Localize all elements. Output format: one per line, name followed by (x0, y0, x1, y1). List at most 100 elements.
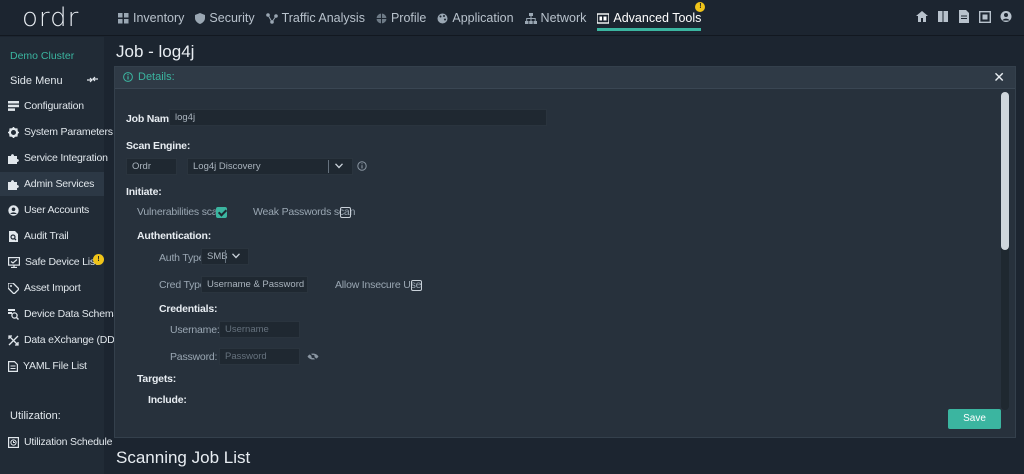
collapse-arrows-icon[interactable] (87, 75, 98, 84)
puzzle-icon (8, 153, 19, 164)
configuration-icon (8, 101, 19, 111)
sidebar-item-utilization-schedule[interactable]: Utilization Schedule (0, 430, 112, 454)
monitor-check-icon (8, 256, 20, 268)
tools-icon (597, 12, 610, 24)
nav-network-label: Network (540, 11, 587, 25)
password-label: Password: (170, 351, 218, 363)
job-details-panel: Details: ✕ Job Name: log4j Scan Engine: … (114, 66, 1016, 438)
sidebar-item-label: Safe Device List (25, 256, 98, 268)
puzzle-icon (8, 179, 19, 190)
book-icon[interactable] (937, 10, 949, 23)
nav-network[interactable]: Network (524, 0, 587, 36)
cred-type-select[interactable]: Username & Password (201, 276, 308, 293)
gear-icon (8, 126, 19, 138)
include-label: Include: (148, 394, 187, 406)
allow-insecure-checkbox[interactable] (411, 280, 422, 291)
chevron-down-icon[interactable] (232, 253, 240, 259)
sidebar-item-asset-import[interactable]: Asset Import (0, 276, 104, 300)
sidebar-item-label: YAML File List (23, 360, 87, 372)
nav-profile-label: Profile (390, 11, 427, 25)
side-menu-header[interactable]: Side Menu (10, 75, 98, 87)
scan-engine-value: Log4j Discovery (193, 161, 261, 172)
nav-advanced-tools[interactable]: Advanced Tools ! (597, 0, 706, 36)
details-header: Details: (123, 71, 175, 83)
chevron-down-icon[interactable] (335, 163, 343, 169)
info-icon[interactable] (357, 161, 367, 171)
select-separator (225, 250, 226, 263)
sidebar-item-system-parameters[interactable]: System Parameters (0, 120, 113, 144)
user-icon[interactable] (1000, 10, 1012, 23)
sidebar-item-admin-services[interactable]: Admin Services (0, 172, 104, 196)
nav-security-label: Security (209, 11, 255, 25)
exchange-icon (8, 334, 19, 346)
globe-icon (376, 13, 387, 23)
top-nav-bar: ordr Inventory Security Traffic Analysis… (0, 0, 1024, 36)
page-title: Job - log4j (116, 42, 195, 61)
nav-inventory-label: Inventory (133, 11, 185, 25)
sidebar-item-device-data-schema[interactable]: Device Data Schema (0, 302, 119, 326)
panel-header: Details: (115, 67, 1015, 89)
nav-profile[interactable]: Profile (376, 0, 426, 36)
user-circle-icon (8, 204, 19, 216)
nav-application[interactable]: Application (437, 0, 514, 36)
scanning-job-list-title: Scanning Job List (116, 448, 251, 467)
sidebar-item-label: Admin Services (24, 178, 95, 190)
nav-application-label: Application (452, 11, 514, 25)
username-input[interactable]: Username (219, 321, 300, 338)
sidebar-item-label: Data eXchange (DDX) (24, 334, 125, 346)
sidebar: Demo Cluster Side Menu Configuration Sys… (0, 37, 125, 474)
sidebar-item-configuration[interactable]: Configuration (0, 94, 104, 118)
utilization-label: Utilization: (10, 410, 61, 422)
authentication-label: Authentication: (137, 230, 211, 242)
vulnerabilities-scan-checkbox[interactable] (216, 207, 227, 218)
schema-search-icon (8, 308, 19, 320)
scrollbar-thumb[interactable] (1001, 92, 1009, 250)
username-label: Username: (170, 324, 220, 336)
home-icon[interactable] (916, 10, 928, 23)
ordr-logo[interactable]: ordr (22, 3, 79, 33)
sidebar-item-label: System Parameters (24, 126, 113, 138)
cluster-name[interactable]: Demo Cluster (10, 50, 74, 62)
details-label: Details: (138, 71, 175, 83)
schedule-icon (8, 436, 19, 448)
sitemap-icon (524, 12, 537, 24)
audit-icon (9, 230, 18, 242)
window-icon[interactable] (978, 10, 992, 24)
sidebar-item-label: Configuration (24, 100, 84, 112)
auth-type-label: Auth Type: (159, 252, 208, 264)
password-input[interactable]: Password (219, 348, 300, 365)
select-separator (328, 160, 329, 173)
sidebar-item-label: User Accounts (24, 204, 90, 216)
nav-traffic-analysis[interactable]: Traffic Analysis (265, 0, 365, 36)
main-nav: Inventory Security Traffic Analysis Prof… (118, 0, 712, 36)
palette-icon (437, 13, 448, 23)
sidebar-item-yaml-file-list[interactable]: YAML File List (0, 354, 104, 378)
sidebar-item-label: Asset Import (24, 282, 81, 294)
nav-security[interactable]: Security (195, 0, 255, 36)
sidebar-item-audit-trail[interactable]: Audit Trail (0, 224, 104, 248)
save-button[interactable]: Save (948, 409, 1001, 429)
nav-traffic-analysis-label: Traffic Analysis (281, 11, 365, 25)
weak-passwords-scan-checkbox[interactable] (340, 207, 351, 218)
grid-icon (118, 12, 129, 23)
notification-badge: ! (93, 254, 104, 265)
shield-icon (195, 12, 206, 24)
sidebar-item-service-integration[interactable]: Service Integration (0, 146, 108, 170)
eye-slash-icon[interactable] (307, 352, 319, 361)
sidebar-item-user-accounts[interactable]: User Accounts (0, 198, 104, 222)
panel-scrollbar[interactable] (1001, 92, 1009, 410)
sidebar-item-data-exchange[interactable]: Data eXchange (DDX) (0, 328, 125, 352)
document-icon[interactable] (958, 10, 970, 23)
credentials-label: Credentials: (159, 303, 218, 315)
nav-inventory[interactable]: Inventory (118, 0, 184, 36)
sidebar-item-label: Audit Trail (24, 230, 69, 242)
notification-badge: ! (695, 2, 706, 12)
job-name-input[interactable]: log4j (169, 109, 547, 126)
top-icons (907, 10, 1012, 24)
file-icon (8, 360, 18, 372)
network-nodes-icon (265, 12, 278, 24)
close-icon[interactable]: ✕ (993, 69, 1005, 86)
sidebar-item-safe-device-list[interactable]: Safe Device List ! (0, 250, 104, 274)
vulnerabilities-scan-label: Vulnerabilities scan (137, 206, 224, 218)
sidebar-item-label: Device Data Schema (24, 308, 120, 320)
